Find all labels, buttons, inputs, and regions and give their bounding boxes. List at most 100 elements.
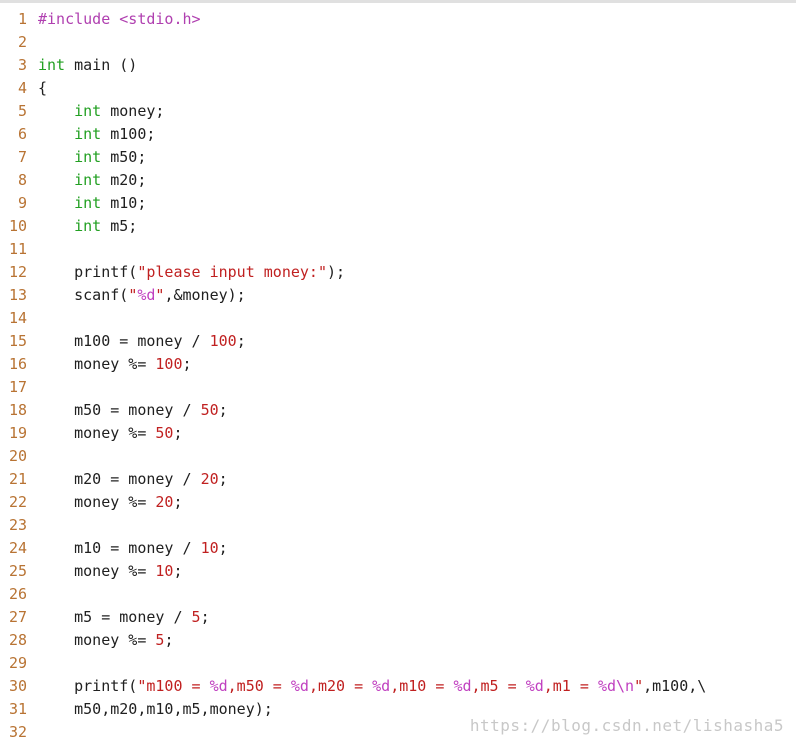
code-token: m50 = money / — [38, 401, 201, 419]
line-number: 29 — [8, 654, 27, 672]
line-code: m50 = money / 50; — [38, 399, 228, 422]
line-number: 10 — [8, 217, 27, 235]
code-token: ,m10 = — [390, 677, 454, 695]
line-number: 25 — [8, 562, 27, 580]
code-line[interactable]: 9 int m10; — [0, 192, 796, 215]
line-number: 22 — [8, 493, 27, 511]
code-line[interactable]: 3 int main () — [0, 54, 796, 77]
code-token: m5 = money / — [38, 608, 192, 626]
code-token: money; — [101, 102, 165, 120]
line-number: 16 — [8, 355, 27, 373]
code-line[interactable]: 19 money %= 50; — [0, 422, 796, 445]
code-token: 5 — [191, 608, 201, 626]
code-line[interactable]: 17 — [0, 376, 796, 399]
code-token: m5; — [101, 217, 138, 235]
code-line[interactable]: 12 printf("please input money:"); — [0, 261, 796, 284]
line-code: money %= 100; — [38, 353, 191, 376]
code-token: int — [74, 102, 102, 120]
code-line[interactable]: 22 money %= 20; — [0, 491, 796, 514]
code-token: money %= — [38, 631, 156, 649]
line-code: money %= 10; — [38, 560, 183, 583]
line-code: int main () — [38, 54, 137, 77]
code-token: money %= — [38, 424, 156, 442]
code-line[interactable]: 11 — [0, 238, 796, 261]
code-line[interactable]: 15 m100 = money / 100; — [0, 330, 796, 353]
line-number: 32 — [8, 723, 27, 741]
code-line[interactable]: 18 m50 = money / 50; — [0, 399, 796, 422]
code-line[interactable]: 4{ — [0, 77, 796, 100]
code-token: money %= — [38, 562, 156, 580]
code-line[interactable]: 5 int money; — [0, 100, 796, 123]
code-token: 10 — [155, 562, 174, 580]
line-code: #include <stdio.h> — [38, 8, 201, 31]
code-editor[interactable]: 1 #include <stdio.h> 2 3 int main () 4{5 int … — [0, 0, 796, 747]
code-token: ; — [218, 401, 228, 419]
line-number: 15 — [8, 332, 27, 350]
code-line[interactable]: 23 — [0, 514, 796, 537]
line-code: m50,m20,m10,m5,money); — [38, 698, 273, 721]
code-line[interactable]: 21 m20 = money / 20; — [0, 468, 796, 491]
line-number: 28 — [8, 631, 27, 649]
code-line[interactable]: 24 m10 = money / 10; — [0, 537, 796, 560]
line-number: 13 — [8, 286, 27, 304]
line-number: 14 — [8, 309, 27, 327]
code-line[interactable]: 26 — [0, 583, 796, 606]
line-number: 17 — [8, 378, 27, 396]
code-token: int — [74, 125, 102, 143]
line-code: money %= 5; — [38, 629, 173, 652]
code-token: 100 — [209, 332, 237, 350]
code-line[interactable]: 2 — [0, 31, 796, 54]
line-number: 7 — [17, 148, 27, 166]
line-number: 3 — [17, 56, 27, 74]
code-line[interactable]: 27 m5 = money / 5; — [0, 606, 796, 629]
code-token: ; — [164, 631, 174, 649]
line-number: 6 — [17, 125, 27, 143]
code-token: m100; — [101, 125, 156, 143]
code-line[interactable]: 28 money %= 5; — [0, 629, 796, 652]
code-token: int — [38, 56, 66, 74]
line-code: m100 = money / 100; — [38, 330, 246, 353]
line-number: 26 — [8, 585, 27, 603]
line-code: int m10; — [38, 192, 146, 215]
code-line[interactable]: 30 printf("m100 = %d,m50 = %d,m20 = %d,m… — [0, 675, 796, 698]
code-line[interactable]: 16 money %= 100; — [0, 353, 796, 376]
code-line[interactable]: 8 int m20; — [0, 169, 796, 192]
code-token: m20 = money / — [38, 470, 201, 488]
code-token: ; — [218, 470, 228, 488]
line-number: 9 — [17, 194, 27, 212]
code-line[interactable]: 25 money %= 10; — [0, 560, 796, 583]
code-line[interactable]: 13 scanf("%d",&money); — [0, 284, 796, 307]
code-line[interactable]: 14 — [0, 307, 796, 330]
code-token: " — [128, 286, 138, 304]
line-number: 23 — [8, 516, 27, 534]
line-code: printf("m100 = %d,m50 = %d,m20 = %d,m10 … — [38, 675, 706, 698]
code-line[interactable]: 7 int m50; — [0, 146, 796, 169]
line-code: scanf("%d",&money); — [38, 284, 246, 307]
line-number: 30 — [8, 677, 27, 695]
line-code: int m100; — [38, 123, 155, 146]
code-token: scanf( — [38, 286, 129, 304]
code-token: ; — [173, 562, 183, 580]
line-number: 20 — [8, 447, 27, 465]
line-code: printf("please input money:"); — [38, 261, 345, 284]
line-code: m10 = money / 10; — [38, 537, 228, 560]
code-token: m10; — [101, 194, 147, 212]
code-line[interactable]: 10 int m5; — [0, 215, 796, 238]
code-line[interactable]: 20 — [0, 445, 796, 468]
code-line[interactable]: 1 #include <stdio.h> — [0, 8, 796, 31]
line-number: 24 — [8, 539, 27, 557]
code-token: %d — [453, 677, 472, 695]
code-token: 10 — [200, 539, 219, 557]
line-code: money %= 50; — [38, 422, 182, 445]
code-token: 20 — [155, 493, 174, 511]
code-lines[interactable]: 1 #include <stdio.h> 2 3 int main () 4{5 int … — [0, 8, 796, 744]
line-code: int m20; — [38, 169, 146, 192]
code-line[interactable]: 6 int m100; — [0, 123, 796, 146]
line-number: 18 — [8, 401, 27, 419]
line-code: int m5; — [38, 215, 137, 238]
line-number: 11 — [8, 240, 27, 258]
code-line[interactable]: 29 — [0, 652, 796, 675]
